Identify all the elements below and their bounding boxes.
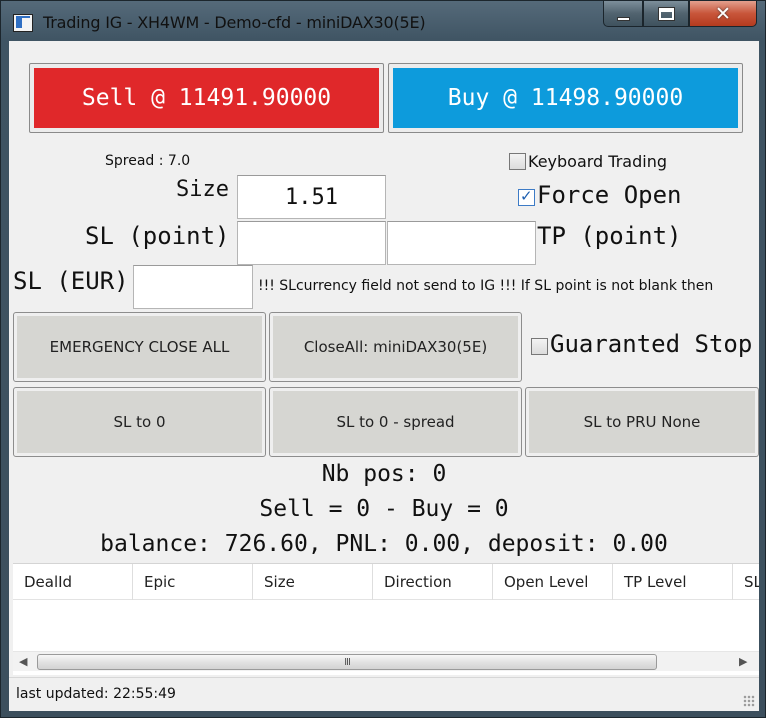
- tp-point-input[interactable]: [387, 221, 536, 265]
- sl-to-pru-button[interactable]: SL to PRU None: [525, 387, 759, 457]
- sl-to-0-label: SL to 0: [17, 391, 262, 453]
- minimize-icon: [616, 16, 630, 21]
- balance-text: balance: 726.60, PNL: 0.00, deposit: 0.0…: [100, 531, 668, 557]
- force-open-checkbox[interactable]: [518, 187, 535, 206]
- close-button[interactable]: ✕: [689, 1, 757, 27]
- tp-point-label: TP (point): [537, 222, 682, 250]
- close-all-button[interactable]: CloseAll: miniDAX30(5E): [269, 312, 522, 382]
- scroll-left-icon[interactable]: ◀: [19, 655, 27, 668]
- app-window: Trading IG - XH4WM - Demo-cfd - miniDAX3…: [0, 0, 766, 718]
- buy-button[interactable]: Buy @ 11498.90000: [388, 63, 743, 133]
- guaranteed-stop-checkbox[interactable]: [531, 338, 548, 355]
- positions-table[interactable]: DealId Epic Size Direction Open Level TP Leve…: [13, 563, 759, 675]
- minimize-button[interactable]: [603, 1, 643, 27]
- sl-to-pru-label: SL to PRU None: [529, 391, 755, 453]
- table-header: DealId Epic Size Direction Open Level TP Leve…: [13, 564, 759, 600]
- guaranteed-stop-label: Guaranted Stop: [550, 330, 753, 358]
- sl-to-0-spread-label: SL to 0 - spread: [273, 391, 518, 453]
- column-header[interactable]: SL Level: [733, 564, 759, 600]
- sl-to-0-button[interactable]: SL to 0: [13, 387, 266, 457]
- keyboard-trading-checkbox[interactable]: [509, 153, 526, 170]
- spread-label: Spread : 7.0: [105, 153, 191, 169]
- client-area: Sell @ 11491.90000 Buy @ 11498.90000 Spr…: [9, 41, 759, 711]
- last-updated-text: last updated: 22:55:49: [16, 686, 176, 702]
- horizontal-scrollbar[interactable]: ◀ III ▶: [13, 651, 759, 671]
- column-header[interactable]: TP Level: [613, 564, 733, 600]
- close-icon: ✕: [715, 2, 731, 25]
- size-input[interactable]: [237, 175, 386, 219]
- nb-pos-text: Nb pos: 0: [321, 461, 447, 487]
- slcurrency-warning: !!! SLcurrency field not send to IG !!! …: [258, 278, 714, 294]
- sell-button[interactable]: Sell @ 11491.90000: [29, 63, 384, 133]
- scroll-right-icon[interactable]: ▶: [739, 655, 747, 668]
- sl-to-0-spread-button[interactable]: SL to 0 - spread: [269, 387, 522, 457]
- scrollbar-thumb[interactable]: III: [37, 654, 657, 670]
- column-header[interactable]: Epic: [133, 564, 253, 600]
- resize-grip-icon[interactable]: [743, 695, 755, 707]
- maximize-icon: [657, 6, 675, 21]
- emergency-close-all-button[interactable]: EMERGENCY CLOSE ALL: [13, 312, 266, 382]
- sell-button-label: Sell @ 11491.90000: [34, 68, 379, 128]
- app-icon: [13, 14, 33, 32]
- sell-buy-count-text: Sell = 0 - Buy = 0: [259, 496, 509, 522]
- title-bar[interactable]: Trading IG - XH4WM - Demo-cfd - miniDAX3…: [1, 1, 765, 41]
- force-open-label: Force Open: [537, 181, 682, 209]
- window-title: Trading IG - XH4WM - Demo-cfd - miniDAX3…: [43, 13, 426, 32]
- column-header[interactable]: Open Level: [493, 564, 613, 600]
- sl-point-label: SL (point): [85, 222, 230, 250]
- status-bar: last updated: 22:55:49: [9, 677, 759, 711]
- keyboard-trading-label: Keyboard Trading: [528, 152, 667, 171]
- sl-point-input[interactable]: [237, 221, 386, 265]
- column-header[interactable]: DealId: [13, 564, 133, 600]
- column-header[interactable]: Size: [253, 564, 373, 600]
- column-header[interactable]: Direction: [373, 564, 493, 600]
- buy-button-label: Buy @ 11498.90000: [393, 68, 738, 128]
- sl-eur-input[interactable]: [133, 265, 253, 309]
- sl-eur-label: SL (EUR): [13, 267, 129, 295]
- maximize-button[interactable]: [643, 1, 689, 27]
- size-label: Size: [176, 177, 229, 202]
- close-all-label: CloseAll: miniDAX30(5E): [273, 316, 518, 378]
- emergency-close-all-label: EMERGENCY CLOSE ALL: [17, 316, 262, 378]
